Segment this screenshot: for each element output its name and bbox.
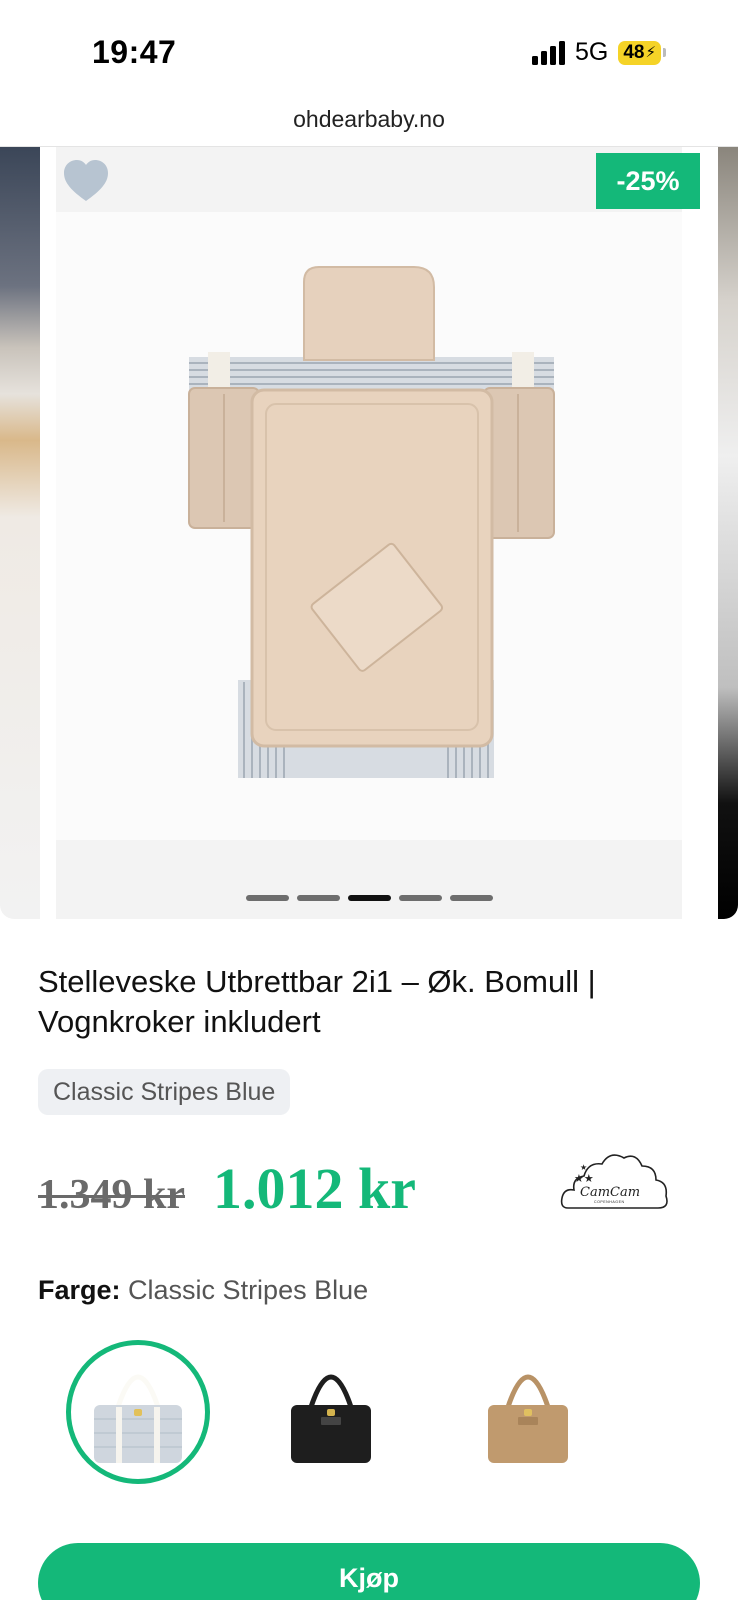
swatch-camel[interactable] [456,1340,600,1484]
original-price: 1.349 kr [38,1172,185,1218]
carousel-pagination[interactable] [0,895,738,901]
carousel-dot[interactable] [296,895,340,901]
color-label: Farge: Classic Stripes Blue [38,1275,368,1306]
brand-logo[interactable]: ★★ ★ CamCam COPENHAGEN [560,1150,672,1218]
carousel-slide-active: -25% [40,147,718,919]
color-label-key: Farge: [38,1275,121,1305]
next-slide-peek[interactable] [718,147,738,919]
cellular-signal-icon [531,40,565,65]
charging-bolt-icon: ⚡ [645,44,656,61]
price-row: 1.349 kr 1.012 kr [38,1155,416,1222]
status-indicators: 5G 48 ⚡ [531,38,666,67]
carousel-dot[interactable] [449,895,493,901]
network-type: 5G [574,38,609,66]
sale-price: 1.012 kr [213,1156,416,1221]
url-bar[interactable]: ohdearbaby.no [0,106,738,133]
carousel-dot[interactable] [245,895,289,901]
color-swatches [0,1340,738,1490]
variant-chip: Classic Stripes Blue [38,1069,291,1115]
carousel-dot-active[interactable] [347,895,391,901]
product-photo [56,212,682,840]
svg-text:CamCam: CamCam [580,1185,640,1200]
battery-icon: 48 ⚡ [618,40,666,65]
slide-background [56,147,682,919]
carousel-dot[interactable] [398,895,442,901]
bag-thumbnail-icon [488,1374,568,1463]
status-time: 19:47 [92,34,177,70]
battery-level: 48 [623,42,645,63]
swatch-black[interactable] [259,1340,403,1484]
svg-text:★: ★ [580,1163,587,1172]
buy-button[interactable]: Kjøp [38,1543,700,1600]
changing-bag-illustration [188,266,555,778]
discount-badge: -25% [596,153,700,209]
bag-thumbnail-icon [291,1374,371,1463]
status-bar: 19:47 5G 48 ⚡ [0,0,738,100]
previous-slide-peek[interactable] [0,147,40,919]
bag-thumbnail-icon [94,1374,182,1463]
svg-text:★★: ★★ [574,1173,594,1185]
wishlist-heart-icon[interactable] [62,159,110,203]
product-image-carousel[interactable]: -25% [0,147,738,919]
svg-text:COPENHAGEN: COPENHAGEN [594,1200,625,1204]
product-title: Stelleveske Utbrettbar 2i1 – Øk. Bomull … [38,964,596,1039]
swatch-classic-stripes-blue[interactable] [66,1340,210,1484]
color-label-value: Classic Stripes Blue [128,1275,369,1305]
